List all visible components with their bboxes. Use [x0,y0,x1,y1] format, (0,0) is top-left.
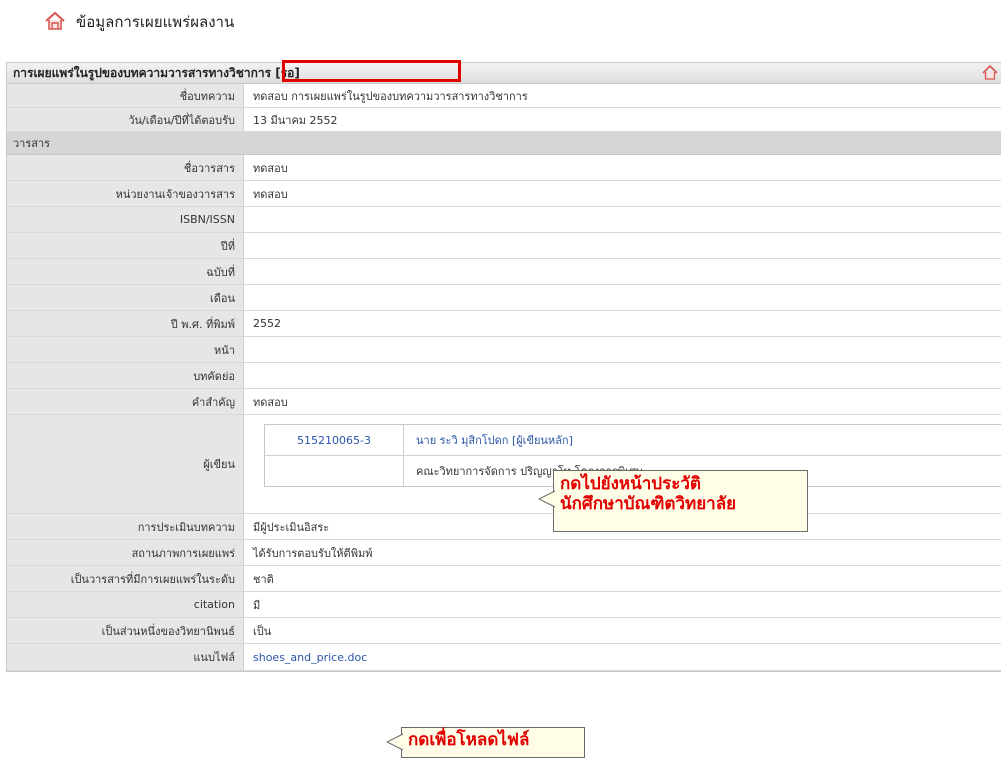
house-icon[interactable] [982,64,998,83]
callout-pointer [386,733,404,751]
field-label: ปีที่ [7,233,244,258]
row-issue: ฉบับที่ [7,259,1001,285]
row-accepted-date: วัน/เดือน/ปีที่ได้ตอบรับ 13 มีนาคม 2552 [7,108,1001,132]
field-label: สถานภาพการเผยแพร่ [7,540,244,565]
field-value: ทดสอบ การเผยแพร่ในรูปของบทความวารสารทางว… [244,84,1001,107]
field-label: citation [7,592,244,617]
page-title: ข้อมูลการเผยแพร่ผลงาน [76,13,235,31]
row-journal-name: ชื่อวารสาร ทดสอบ [7,155,1001,181]
field-label: ชื่อวารสาร [7,155,244,180]
row-page: หน้า [7,337,1001,363]
house-icon [44,11,66,34]
field-value: ทดสอบ [244,155,1001,180]
row-publish-year: ปี พ.ศ. ที่พิมพ์ 2552 [7,311,1001,337]
row-keywords: คำสำคัญ ทดสอบ [7,389,1001,415]
callout-text: กดเพื่อโหลดไฟล์ [408,730,530,750]
field-label: เดือน [7,285,244,310]
attachment-cell: shoes_and_price.doc [244,644,1001,670]
field-label: ISBN/ISSN [7,207,244,232]
field-value [244,337,1001,362]
field-value: 13 มีนาคม 2552 [244,108,1001,131]
author-name-link[interactable]: นาย ระวิ มุสิกโปดก [ผู้เขียนหลัก] [404,425,1001,455]
field-value: มี [244,592,1001,617]
field-label: ชื่อบทความ [7,84,244,107]
row-level: เป็นวารสารที่มีการเผยแพร่ในระดับ ชาติ [7,566,1001,592]
field-value: เป็น [244,618,1001,643]
field-value: ได้รับการตอบรับให้ตีพิมพ์ [244,540,1001,565]
field-label: เป็นวารสารที่มีการเผยแพร่ในระดับ [7,566,244,591]
page-header: ข้อมูลการเผยแพร่ผลงาน [44,8,234,36]
field-value [244,207,1001,232]
callout-pointer [538,490,556,508]
field-label: คำสำคัญ [7,389,244,414]
field-label: ฉบับที่ [7,259,244,284]
field-label: บทคัดย่อ [7,363,244,388]
field-value: ชาติ [244,566,1001,591]
field-value [244,259,1001,284]
field-label: หน่วยงานเจ้าของวารสาร [7,181,244,206]
field-value [244,363,1001,388]
field-label: หน้า [7,337,244,362]
panel-header: การเผยแพร่ในรูปของบทความวารสารทางวิชาการ… [7,63,1001,84]
attachment-link[interactable]: shoes_and_price.doc [253,651,367,664]
student-id-link[interactable]: 515210065-3 [265,425,404,455]
field-label: ปี พ.ศ. ที่พิมพ์ [7,311,244,336]
row-status: สถานภาพการเผยแพร่ ได้รับการตอบรับให้ตีพิ… [7,540,1001,566]
row-citation: citation มี [7,592,1001,618]
field-value: ทดสอบ [244,181,1001,206]
field-value [244,285,1001,310]
field-value [244,233,1001,258]
field-label: ผู้เขียน [7,415,244,513]
field-value: 2552 [244,311,1001,336]
row-thesis-part: เป็นส่วนหนึ่งของวิทยานิพนธ์ เป็น [7,618,1001,644]
callout-text: กดไปยังหน้าประวัติ นักศึกษาบัณฑิตวิทยาลั… [560,474,737,514]
row-authors: ผู้เขียน 515210065-3 นาย ระวิ มุสิกโปดก … [7,415,1001,514]
panel-title: การเผยแพร่ในรูปของบทความวารสารทางวิชาการ… [13,65,300,80]
row-attachment: แนบไฟล์ shoes_and_price.doc [7,644,1001,671]
row-journal-owner: หน่วยงานเจ้าของวารสาร ทดสอบ [7,181,1001,207]
section-journal: วารสาร [7,132,1001,155]
row-month: เดือน [7,285,1001,311]
download-callout: กดเพื่อโหลดไฟล์ [386,727,585,758]
highlight-box [282,60,461,82]
table-row: 515210065-3 นาย ระวิ มุสิกโปดก [ผู้เขียน… [265,425,1001,456]
profile-callout: กดไปยังหน้าประวัติ นักศึกษาบัณฑิตวิทยาลั… [538,470,808,532]
field-label: การประเมินบทความ [7,514,244,539]
row-abstract: บทคัดย่อ [7,363,1001,389]
field-label: แนบไฟล์ [7,644,244,670]
field-label: วัน/เดือน/ปีที่ได้ตอบรับ [7,108,244,131]
row-article-name: ชื่อบทความ ทดสอบ การเผยแพร่ในรูปของบทควา… [7,84,1001,108]
publication-panel: การเผยแพร่ในรูปของบทความวารสารทางวิชาการ… [6,62,1001,672]
field-value: ทดสอบ [244,389,1001,414]
empty-cell [265,456,404,486]
row-review: การประเมินบทความ มีผู้ประเมินอิสระ [7,514,1001,540]
row-isbn: ISBN/ISSN [7,207,1001,233]
field-label: เป็นส่วนหนึ่งของวิทยานิพนธ์ [7,618,244,643]
row-year: ปีที่ [7,233,1001,259]
